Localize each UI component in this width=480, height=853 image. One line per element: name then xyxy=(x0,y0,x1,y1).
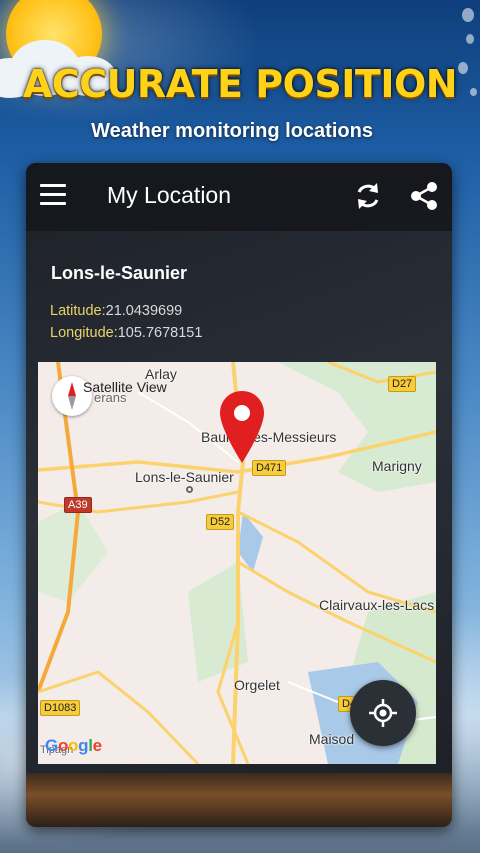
map-label-marigny: Marigny xyxy=(372,458,422,474)
latitude-value: 21.0439699 xyxy=(105,303,183,319)
location-pin-icon[interactable] xyxy=(217,389,267,465)
sunset-background-strip xyxy=(26,773,452,827)
promo-subheadline: Weather monitoring locations xyxy=(91,120,373,142)
route-d27: D27 xyxy=(388,376,417,392)
google-logo: Google xyxy=(45,736,102,755)
latitude-row: Latitude:21.0439699 xyxy=(50,303,182,319)
app-bar: My Location xyxy=(26,163,452,231)
longitude-label: Longitude: xyxy=(50,325,118,341)
latitude-label: Latitude: xyxy=(50,303,106,319)
page-title: My Location xyxy=(107,182,232,208)
my-location-button[interactable] xyxy=(350,680,416,746)
city-marker xyxy=(186,486,193,493)
menu-icon[interactable] xyxy=(40,184,68,208)
route-d52: D52 xyxy=(206,514,235,530)
map-label-arlay: Arlay xyxy=(145,366,177,382)
location-name: Lons-le-Saunier xyxy=(51,263,188,283)
longitude-row: Longitude:105.7678151 xyxy=(50,325,202,341)
crosshair-icon xyxy=(369,699,397,727)
map-label-orgelet: Orgelet xyxy=(234,677,280,693)
refresh-icon[interactable] xyxy=(352,180,384,212)
route-a39: A39 xyxy=(64,497,92,513)
map-label-maisod: Maisod xyxy=(309,731,355,747)
share-icon[interactable] xyxy=(408,180,440,212)
map-label-fragment: erans xyxy=(94,390,127,405)
map-label-clairvaux: Clairvaux-les-Lacs xyxy=(319,597,435,613)
promo-headline: ACCURATE POSITION xyxy=(22,62,458,106)
route-d1083: D1083 xyxy=(40,700,81,716)
map-label-lons: Lons-le-Saunier xyxy=(135,469,234,485)
longitude-value: 105.7678151 xyxy=(117,325,203,341)
